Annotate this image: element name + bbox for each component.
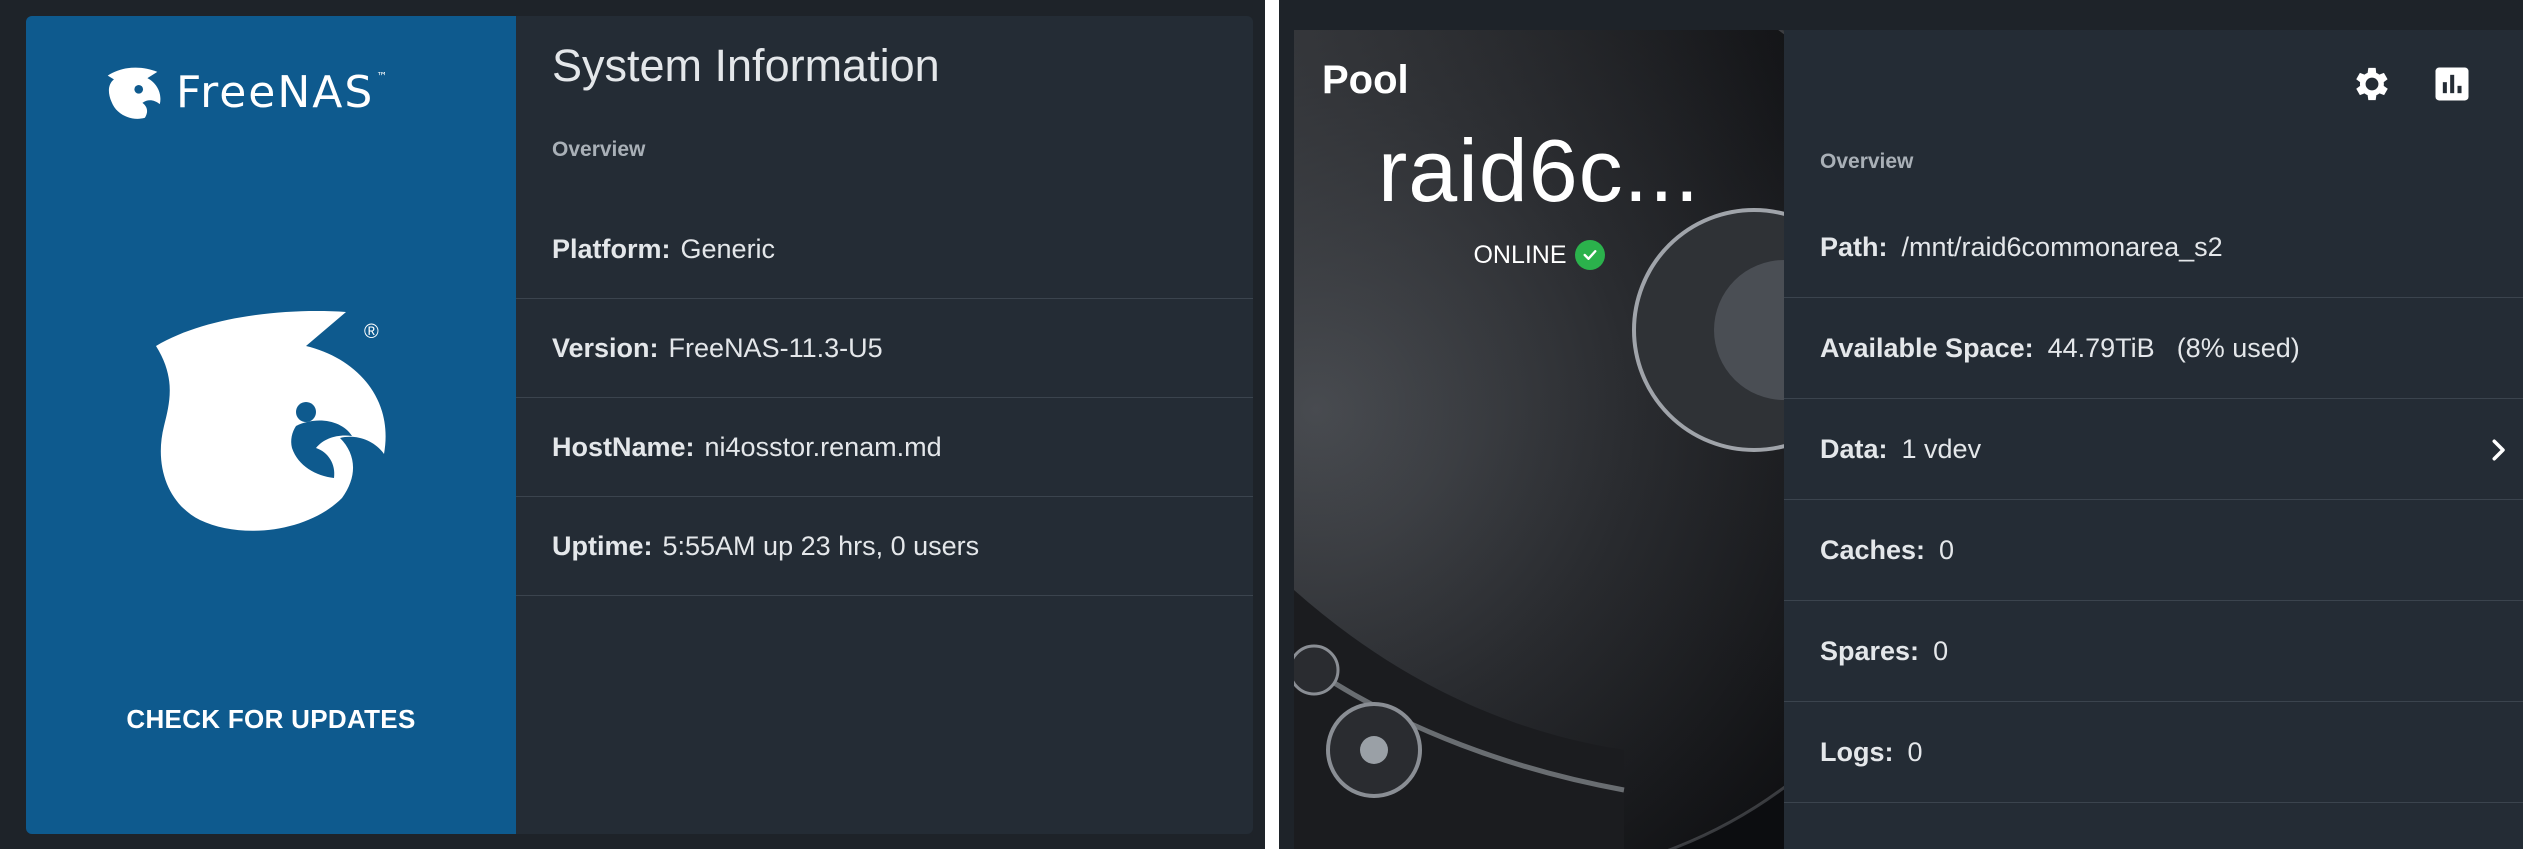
uptime-value: 5:55AM up 23 hrs, 0 users <box>662 530 980 561</box>
system-info-title: System Information <box>552 40 940 91</box>
path-key: Path: <box>1820 231 1888 262</box>
registered-mark: ® <box>364 321 379 343</box>
check-circle-icon <box>1574 240 1605 270</box>
system-information-widget-frame: FreeNAS ™ ® CHECK FOR UPDATES System Info… <box>0 0 1265 849</box>
pool-overview-label: Overview <box>1820 150 1914 173</box>
freenas-shark-small-icon <box>107 67 161 119</box>
logs-value: 0 <box>1907 736 1923 767</box>
version-row: Version: FreeNAS-11.3-U5 <box>516 299 1253 398</box>
hostname-value: ni4osstor.renam.md <box>704 431 942 462</box>
chevron-right-icon[interactable] <box>2483 435 2513 465</box>
version-key: Version: <box>552 332 659 363</box>
pool-name: raid6c... <box>1377 121 1701 220</box>
pool-path-row: Path: /mnt/raid6commonarea_s2 <box>1784 197 2523 298</box>
platform-value: Generic <box>680 233 776 264</box>
system-info-panel: System Information Overview Platform: Ge… <box>516 16 1253 834</box>
spares-key: Spares: <box>1820 635 1920 666</box>
pool-card: Pool raid6c... ONLINE Overview Path: /mn… <box>1294 30 2523 849</box>
freenas-logo: FreeNAS ™ <box>104 48 444 138</box>
freenas-wordmark: FreeNAS ™ <box>176 67 390 118</box>
logs-key: Logs: <box>1820 736 1894 767</box>
logs-row: Logs: 0 <box>1784 702 2523 803</box>
hostname-key: HostName: <box>552 431 695 462</box>
platform-key: Platform: <box>552 233 671 264</box>
available-space-value: 44.79TiB <box>2047 332 2155 363</box>
pool-status-text: ONLINE <box>1473 240 1567 269</box>
pool-label: Pool <box>1322 58 1409 102</box>
spares-value: 0 <box>1933 635 1949 666</box>
caches-row: Caches: 0 <box>1784 500 2523 601</box>
check-for-updates-button[interactable]: CHECK FOR UPDATES <box>26 704 516 735</box>
caches-value: 0 <box>1939 534 1955 565</box>
path-value: /mnt/raid6commonarea_s2 <box>1901 231 2223 262</box>
platform-row: Platform: Generic <box>516 200 1253 299</box>
pool-status: ONLINE <box>1294 240 1784 270</box>
version-value: FreeNAS-11.3-U5 <box>668 332 883 363</box>
gear-icon[interactable] <box>2350 62 2394 106</box>
hard-disk-background: Pool raid6c... ONLINE <box>1294 30 1784 849</box>
pool-widget-frame: Pool raid6c... ONLINE Overview Path: /mn… <box>1279 0 2523 849</box>
data-value: 1 vdev <box>1901 433 1982 464</box>
system-information-card: FreeNAS ™ ® CHECK FOR UPDATES System Info… <box>26 16 1253 834</box>
data-key: Data: <box>1820 433 1888 464</box>
uptime-key: Uptime: <box>552 530 653 561</box>
dashboard: FreeNAS ™ ® CHECK FOR UPDATES System Info… <box>0 0 2523 849</box>
system-overview-label: Overview <box>552 138 646 161</box>
available-space-row: Available Space: 44.79TiB (8% used) <box>1784 298 2523 399</box>
caches-key: Caches: <box>1820 534 1926 565</box>
spares-row: Spares: 0 <box>1784 601 2523 702</box>
uptime-row: Uptime: 5:55AM up 23 hrs, 0 users <box>516 497 1253 596</box>
bar-chart-icon[interactable] <box>2430 62 2474 106</box>
pool-info-panel: Overview Path: /mnt/raid6commonarea_s2 A… <box>1784 30 2523 849</box>
used-percent: (8% used) <box>2176 332 2300 363</box>
hostname-row: HostName: ni4osstor.renam.md <box>516 398 1253 497</box>
available-space-key: Available Space: <box>1820 332 2034 363</box>
brand-panel: FreeNAS ™ ® CHECK FOR UPDATES <box>26 16 516 834</box>
data-vdev-row[interactable]: Data: 1 vdev <box>1784 399 2523 500</box>
